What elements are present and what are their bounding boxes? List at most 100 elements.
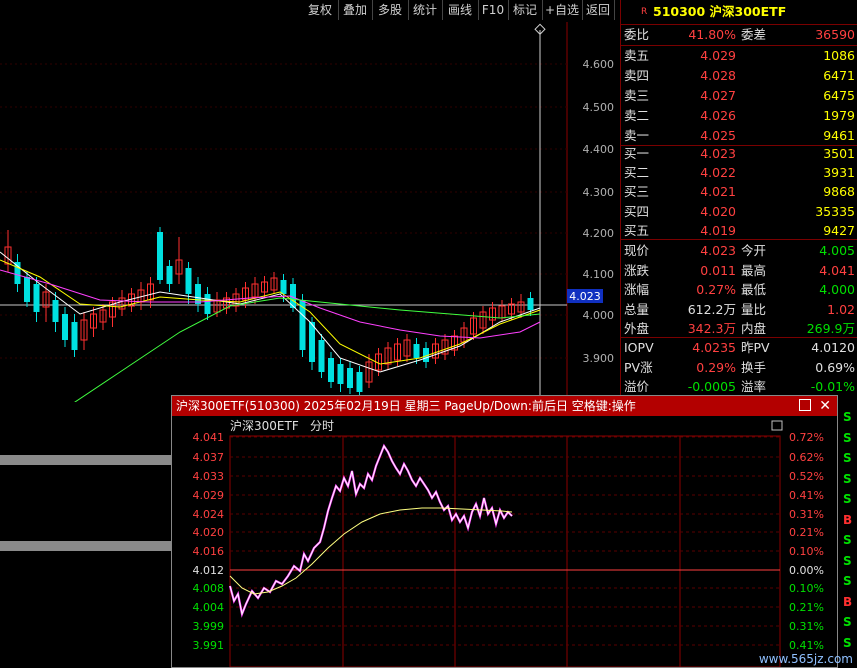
candle-body [166,266,173,284]
ask-label: 卖一 [624,128,650,143]
right-pct-label: 0.00% [789,564,824,577]
stat-value-2: 4.000 [819,282,855,297]
candle-body [52,300,59,322]
r-badge: R [641,7,648,17]
candle-body [195,284,201,304]
extra-value-2: 4.0120 [811,340,855,355]
extra-label-1: 溢价 [624,379,650,394]
security-title: 510300 沪深300ETF [653,4,787,19]
popup-title-bar: 沪深300ETF(510300) 2025年02月19日 星期三 PageUp/… [172,396,837,416]
stat-label-1: 涨幅 [624,282,650,297]
toolbar-button-5[interactable]: F10 [478,0,509,20]
ask-label: 卖二 [624,108,650,123]
weicha-label: 委差 [741,27,767,42]
extra-row: IOPV 4.0235 昨PV 4.0120 [621,338,857,358]
candle-body [318,340,325,372]
toolbar-button-2[interactable]: 多股 [372,0,409,20]
candle-body [33,284,40,312]
left-price-label: 4.016 [193,545,225,558]
bid-volume: 3501 [823,146,855,161]
intraday-mode: 分时 [310,419,334,433]
current-price-text: 4.023 [569,290,601,303]
extra-label-2: 换手 [741,359,767,375]
popup-title: 沪深300ETF(510300) 2025年02月19日 星期三 PageUp/… [176,399,636,413]
ask-label: 卖三 [624,88,650,103]
trade-signal: S [843,451,852,465]
left-price-label: 3.999 [193,620,225,633]
ask-volume: 6471 [823,68,855,83]
left-price-label: 4.037 [193,451,225,464]
candle-body [71,322,78,350]
toolbar-button-1[interactable]: 叠加 [338,0,373,20]
kline-chart[interactable]: 4.600 4.500 4.400 4.300 4.200 4.100 4.000 3.900… [0,22,620,402]
trade-signal: S [843,471,852,486]
bid-volume: 3931 [823,165,855,181]
intraday-name: 沪深300ETF [230,419,299,433]
extra-row: PV涨 0.29% 换手 0.69% [621,358,857,378]
ask-row: 卖二 4.026 1979 [621,106,857,126]
left-scroll-bar-2 [0,541,171,551]
candle-body [62,314,68,340]
close-icon[interactable]: ✕ [819,396,831,416]
candle-body [280,280,287,294]
stat-value-1: 4.023 [700,243,736,258]
ask-row: 卖一 4.025 9461 [621,126,857,146]
bid-label: 买二 [624,165,650,181]
left-price-label: 4.041 [193,431,225,444]
ask-label: 卖五 [624,48,650,63]
stat-label-2: 内盘 [741,321,767,336]
candle-body [413,344,420,358]
left-price-label: 3.991 [193,639,225,652]
price-label: 4.400 [583,143,615,156]
left-price-label: 4.008 [193,582,225,595]
left-price-label: 4.033 [193,470,225,483]
ask-volume: 9461 [823,128,855,143]
bid-volume: 35335 [815,203,855,219]
bid-row: 买四 4.020 35335 [621,202,857,222]
right-pct-label: 0.41% [789,639,824,652]
trade-signal: B [843,512,853,527]
stat-value-2: 1.02 [827,301,855,317]
extra-row: 溢价 -0.0005 溢率 -0.01% [621,377,857,397]
quote-title-row: R 510300 沪深300ETF [621,2,857,22]
candle-body [337,364,344,384]
toolbar-button-4[interactable]: 画线 [442,0,479,20]
maximize-icon[interactable] [799,399,811,411]
intraday-popup: 沪深300ETF(510300) 2025年02月19日 星期三 PageUp/… [171,395,838,668]
toolbar-button-3[interactable]: 统计 [408,0,443,20]
weicha-value: 36590 [815,27,855,42]
left-price-label: 4.024 [193,508,225,521]
stat-label-1: 涨跌 [624,262,650,278]
right-pct-label: 0.72% [789,431,824,444]
extra-label-1: PV涨 [624,359,653,375]
right-pct-label: 0.21% [789,601,824,614]
bid-label: 买一 [624,146,650,161]
extra-value-2: 0.69% [815,359,855,375]
chart-toolbar: 复权 叠加 多股 统计 画线 F10 标记 +自选 返回 [0,0,620,22]
bid-price: 4.022 [700,165,736,181]
left-price-label: 4.020 [193,526,225,539]
stat-row: 总量 612.2万 量比 1.02 [621,300,857,320]
right-pct-label: 0.41% [789,489,824,502]
intraday-chart[interactable]: 沪深300ETF 分时 4.041 0.72% 4.037 0.62% 4.033 0.52%… [172,416,837,667]
stat-row: 涨幅 0.27% 最低 4.000 [621,280,857,300]
stat-value-2: 4.005 [819,243,855,258]
ma10-line [0,259,541,365]
watermark: www.565jz.com [758,652,853,666]
trade-signal: S [843,553,852,568]
webi-row: 委比 41.80% 委差 36590 [621,25,857,45]
bid-price: 4.021 [700,184,736,200]
ask-price: 4.025 [700,128,736,143]
toolbar-button-6[interactable]: 标记 [508,0,543,20]
webi-value: 41.80% [688,27,736,42]
price-label: 4.600 [583,58,615,71]
right-pct-label: 0.31% [789,508,824,521]
stat-value-2: 4.041 [819,262,855,278]
toolbar-button-0[interactable]: 复权 [302,0,339,20]
trade-signal-column: SSSSSBSSSBSS [838,410,857,668]
toolbar-button-7[interactable]: +自选 [542,0,583,20]
trade-signal: S [843,574,852,588]
toolbar-button-8[interactable]: 返回 [582,0,615,20]
candle-body [14,262,21,284]
candle-body [328,358,334,382]
